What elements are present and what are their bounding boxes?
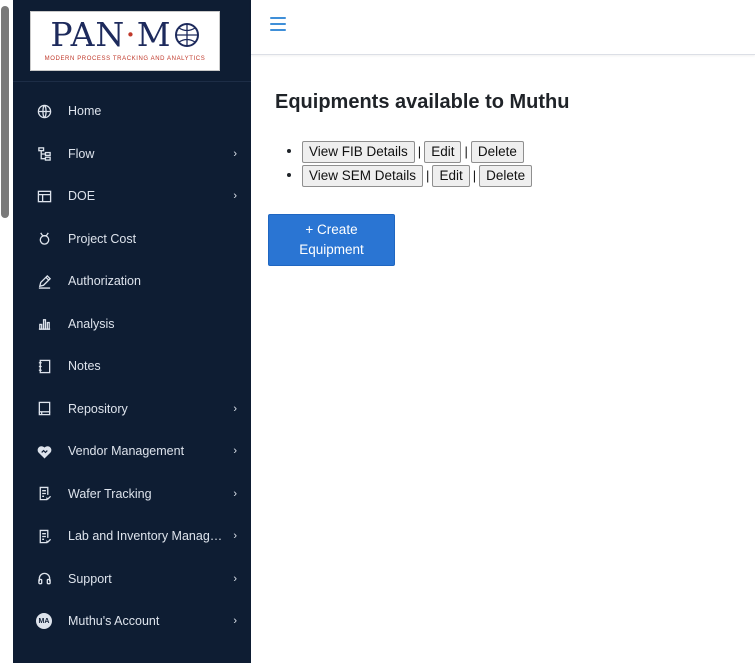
- sidebar-item-doe[interactable]: DOE ›: [13, 175, 251, 218]
- sidebar-item-label: Repository: [68, 401, 128, 416]
- sidebar-item-project-cost[interactable]: Project Cost: [13, 218, 251, 261]
- chevron-right-icon: ›: [233, 402, 237, 415]
- separator: |: [464, 143, 468, 159]
- document-icon: [36, 528, 52, 544]
- document-icon: [36, 486, 52, 502]
- sidebar-item-label: Notes: [68, 359, 101, 374]
- sidebar-divider: [13, 81, 251, 82]
- book-icon: [36, 401, 52, 417]
- sidebar-item-label: Home: [68, 104, 102, 119]
- scrollbar-thumb[interactable]: [1, 6, 9, 218]
- delete-button[interactable]: Delete: [470, 140, 524, 163]
- sidebar-item-label: Wafer Tracking: [68, 486, 152, 501]
- separator: |: [472, 167, 477, 183]
- equipment-list: View FIB Details|Edit|Delete View SEM De…: [275, 139, 533, 187]
- sidebar-item-wafer-tracking[interactable]: Wafer Tracking ›: [13, 473, 251, 516]
- sidebar-item-label: Flow: [68, 146, 95, 161]
- logo-tagline: MODERN PROCESS TRACKING AND ANALYTICS: [44, 56, 206, 62]
- headset-icon: [36, 571, 52, 587]
- sidebar-item-label: Muthu's Account: [68, 614, 160, 629]
- main-content: Equipments available to Muthu View FIB D…: [251, 55, 755, 663]
- flow-icon: [36, 146, 52, 162]
- globe-logo-icon: [174, 23, 199, 47]
- chevron-right-icon: ›: [233, 147, 237, 160]
- sidebar-item-label: Analysis: [68, 316, 115, 331]
- view-fib-details-button[interactable]: View FIB Details: [302, 140, 415, 163]
- sidebar-item-label: Project Cost: [68, 231, 137, 246]
- sidebar-item-vendor-management[interactable]: Vendor Management ›: [13, 430, 251, 473]
- chevron-right-icon: ›: [233, 615, 237, 628]
- logo-text-left: PAN: [50, 15, 126, 54]
- heart-handshake-icon: [36, 443, 52, 459]
- chevron-right-icon: ›: [233, 445, 237, 458]
- money-icon: [36, 231, 52, 247]
- avatar: MA: [36, 613, 52, 630]
- sidebar-item-repository[interactable]: Repository ›: [13, 388, 251, 431]
- chevron-right-icon: ›: [233, 190, 237, 203]
- create-equipment-button[interactable]: + Create Equipment: [268, 214, 395, 266]
- app-logo[interactable]: PAN·M MODERN PROCESS TRACKING AND ANALYT…: [30, 11, 220, 71]
- edit-button[interactable]: Edit: [424, 140, 462, 163]
- page-scrollbar[interactable]: [0, 0, 12, 663]
- sidebar-item-label: Authorization: [68, 274, 141, 289]
- globe-icon: [36, 103, 52, 119]
- table-icon: [36, 188, 52, 204]
- bar-chart-icon: [36, 316, 52, 332]
- chevron-right-icon: ›: [233, 572, 237, 585]
- separator: |: [426, 167, 430, 183]
- chevron-right-icon: ›: [233, 530, 237, 543]
- sidebar-item-support[interactable]: Support ›: [13, 558, 251, 601]
- sidebar-item-analysis[interactable]: Analysis: [13, 303, 251, 346]
- sidebar-nav: Home Flow › DOE › Project Cost Authoriza…: [13, 90, 251, 643]
- sidebar-item-account[interactable]: MA Muthu's Account ›: [13, 600, 251, 643]
- delete-button[interactable]: Delete: [479, 164, 533, 187]
- sidebar-item-authorization[interactable]: Authorization: [13, 260, 251, 303]
- chevron-right-icon: ›: [233, 487, 237, 500]
- sidebar: PAN·M MODERN PROCESS TRACKING AND ANALYT…: [13, 0, 251, 663]
- sidebar-item-home[interactable]: Home: [13, 90, 251, 133]
- hamburger-menu-icon[interactable]: [270, 16, 288, 32]
- sidebar-item-label: DOE: [68, 189, 96, 204]
- notebook-icon: [36, 358, 52, 374]
- list-item: View SEM Details|Edit|Delete: [302, 163, 533, 187]
- logo-text-right: M: [136, 15, 172, 54]
- view-sem-details-button[interactable]: View SEM Details: [302, 164, 424, 187]
- list-item: View FIB Details|Edit|Delete: [302, 139, 532, 163]
- top-bar: [251, 0, 755, 55]
- pen-icon: [36, 273, 52, 289]
- sidebar-item-lab-inventory[interactable]: Lab and Inventory Management ›: [13, 515, 251, 558]
- avatar-icon: MA: [36, 613, 52, 630]
- sidebar-item-flow[interactable]: Flow ›: [13, 133, 251, 176]
- sidebar-item-notes[interactable]: Notes: [13, 345, 251, 388]
- sidebar-item-label: Vendor Management: [68, 444, 185, 459]
- page-title: Equipments available to Muthu: [275, 91, 570, 113]
- separator: |: [417, 143, 422, 159]
- logo-wordmark: PAN·M: [31, 17, 219, 53]
- sidebar-item-label: Support: [68, 571, 112, 586]
- sidebar-item-label: Lab and Inventory Management: [68, 529, 223, 544]
- edit-button[interactable]: Edit: [432, 164, 470, 187]
